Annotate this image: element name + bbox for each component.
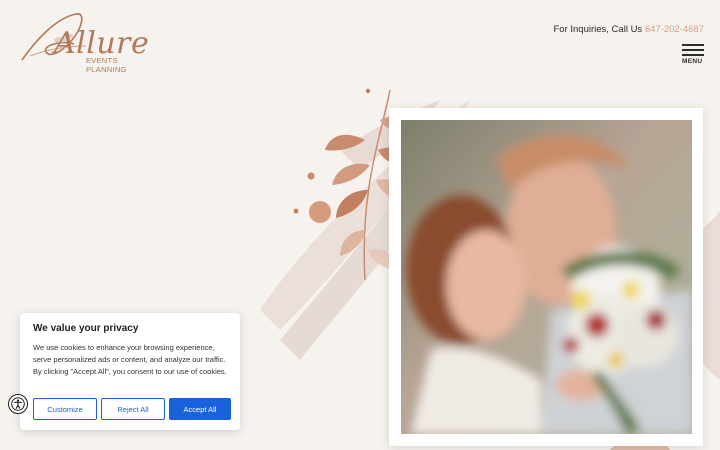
hamburger-icon-bar xyxy=(682,54,704,56)
cookie-consent-banner: We value your privacy We use cookies to … xyxy=(20,313,240,430)
phone-link[interactable]: 647-202-4687 xyxy=(645,24,704,35)
hero-photo-frame xyxy=(389,108,703,446)
cookie-title: We value your privacy xyxy=(33,323,139,334)
menu-button[interactable]: MENU xyxy=(680,44,704,68)
accessibility-button[interactable] xyxy=(8,394,28,414)
cookie-button-row: Customize Reject All Accept All xyxy=(33,398,231,420)
hero-photo xyxy=(401,120,692,434)
hamburger-icon xyxy=(682,44,704,46)
accept-all-button[interactable]: Accept All xyxy=(169,398,231,420)
customize-button[interactable]: Customize xyxy=(33,398,97,420)
inquiries-line: For Inquiries, Call Us 647-202-4687 xyxy=(553,24,704,35)
menu-label: MENU xyxy=(682,58,703,65)
brand-logo[interactable]: Allure EVENTS PLANNING xyxy=(16,10,156,74)
inquiries-label: For Inquiries, Call Us xyxy=(553,24,643,35)
cookie-description: We use cookies to enhance your browsing … xyxy=(33,343,227,376)
logo-tagline: EVENTS PLANNING xyxy=(86,56,127,74)
bride-and-groom-with-bouquet-photo xyxy=(401,120,692,434)
reject-all-button[interactable]: Reject All xyxy=(101,398,165,420)
accessibility-icon xyxy=(11,397,25,411)
hamburger-icon-bar xyxy=(682,49,704,51)
